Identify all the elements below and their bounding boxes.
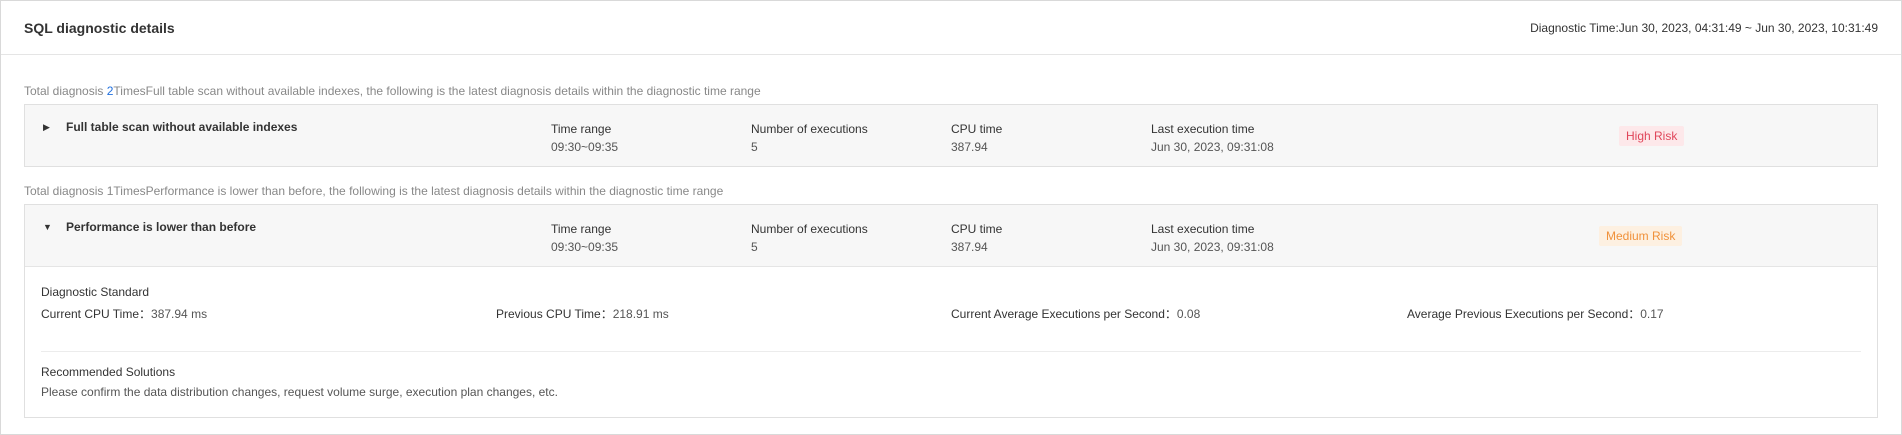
time-range-label: Time range — [551, 222, 612, 236]
last-exec-column: Last execution time Jun 30, 2023, 09:31:… — [1151, 220, 1274, 256]
diagnostic-metrics: Current CPU Time：387.94 ms Previous CPU … — [41, 305, 1861, 322]
diagnosis-item-header[interactable]: ▶ Full table scan without available inde… — [25, 105, 1877, 166]
last-exec-value: Jun 30, 2023, 09:31:08 — [1151, 140, 1274, 154]
executions-label: Number of executions — [751, 122, 868, 136]
cpu-time-value: 387.94 — [951, 240, 988, 254]
metric-label: Current Average Executions per Second： — [951, 307, 1177, 321]
diagnostic-standard-title: Diagnostic Standard — [41, 285, 150, 299]
metric-value: 387.94 ms — [151, 307, 208, 321]
diagnosis-summary: Total diagnosis 1TimesPerformance is low… — [24, 184, 1878, 198]
panel-body: Total diagnosis 2TimesFull table scan wi… — [1, 84, 1901, 418]
diagnosis-item-header[interactable]: ▼ Performance is lower than before Time … — [25, 205, 1877, 267]
caret-down-icon[interactable]: ▼ — [43, 221, 53, 233]
last-exec-column: Last execution time Jun 30, 2023, 09:31:… — [1151, 120, 1274, 156]
section-divider — [41, 351, 1861, 352]
cpu-time-column: CPU time 387.94 — [951, 220, 1002, 256]
cpu-time-label: CPU time — [951, 122, 1003, 136]
diagnosis-summary: Total diagnosis 2TimesFull table scan wi… — [24, 84, 1878, 98]
time-range-column: Time range 09:30~09:35 — [551, 120, 618, 156]
sql-diagnostic-panel: SQL diagnostic details Diagnostic Time:J… — [0, 0, 1902, 435]
caret-right-icon[interactable]: ▶ — [43, 121, 53, 133]
metric-value: 218.91 ms — [612, 307, 669, 321]
time-range-label: Time range — [551, 122, 612, 136]
summary-prefix: Total diagnosis — [24, 84, 107, 98]
metric-current-cpu: Current CPU Time：387.94 ms — [41, 305, 207, 322]
metric-value: 0.08 — [1176, 307, 1201, 321]
metric-label: Average Previous Executions per Second： — [1407, 307, 1641, 321]
diagnosis-name: Full table scan without available indexe… — [66, 120, 298, 134]
executions-label: Number of executions — [751, 222, 868, 236]
diagnosis-item: ▶ Full table scan without available inde… — [24, 104, 1878, 167]
diagnosis-name: Performance is lower than before — [66, 220, 257, 234]
panel-header: SQL diagnostic details Diagnostic Time:J… — [1, 1, 1901, 55]
time-range-column: Time range 09:30~09:35 — [551, 220, 618, 256]
time-range-value: 09:30~09:35 — [551, 240, 619, 254]
metric-value: 0.17 — [1640, 307, 1664, 321]
metric-label: Current CPU Time： — [41, 307, 152, 321]
diagnostic-time: Diagnostic Time:Jun 30, 2023, 04:31:49 ~… — [1530, 20, 1878, 35]
recommended-solutions-title: Recommended Solutions — [41, 365, 176, 379]
executions-column: Number of executions 5 — [751, 120, 868, 156]
last-exec-label: Last execution time — [1151, 122, 1255, 136]
diagnosis-item: ▼ Performance is lower than before Time … — [24, 204, 1878, 418]
cpu-time-label: CPU time — [951, 222, 1003, 236]
metric-current-avg-exec: Current Average Executions per Second：0.… — [951, 305, 1200, 322]
recommended-solutions-text: Please confirm the data distribution cha… — [41, 385, 558, 399]
last-exec-label: Last execution time — [1151, 222, 1255, 236]
risk-badge: Medium Risk — [1599, 226, 1683, 246]
risk-badge: High Risk — [1619, 126, 1685, 146]
executions-value: 5 — [751, 140, 758, 154]
time-range-value: 09:30~09:35 — [551, 140, 619, 154]
cpu-time-value: 387.94 — [951, 140, 988, 154]
metric-previous-avg-exec: Average Previous Executions per Second：0… — [1407, 305, 1664, 322]
panel-title: SQL diagnostic details — [24, 19, 175, 36]
last-exec-value: Jun 30, 2023, 09:31:08 — [1151, 240, 1274, 254]
summary-prefix: Total diagnosis — [24, 184, 107, 198]
summary-suffix: TimesFull table scan without available i… — [113, 84, 761, 98]
executions-column: Number of executions 5 — [751, 220, 868, 256]
summary-suffix: TimesPerformance is lower than before, t… — [113, 184, 724, 198]
executions-value: 5 — [751, 240, 758, 254]
cpu-time-column: CPU time 387.94 — [951, 120, 1002, 156]
metric-label: Previous CPU Time： — [496, 307, 613, 321]
diagnosis-detail: Diagnostic Standard Current CPU Time：387… — [25, 267, 1877, 417]
metric-previous-cpu: Previous CPU Time：218.91 ms — [496, 305, 669, 322]
